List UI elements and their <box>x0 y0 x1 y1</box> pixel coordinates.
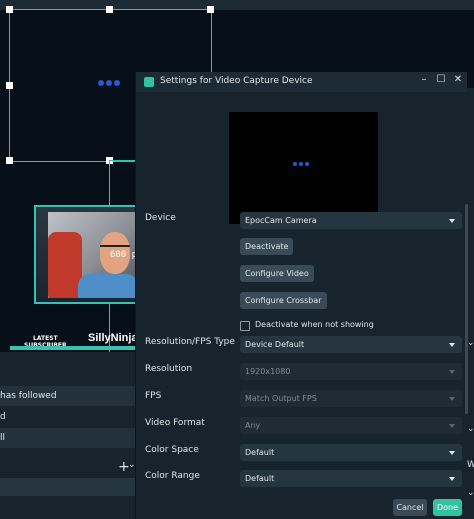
fps-select: Match Output FPS <box>240 390 462 407</box>
list-item-text: ll <box>0 433 6 443</box>
color-range-value: Default <box>245 474 275 483</box>
color-space-select[interactable]: Default <box>240 444 462 461</box>
loading-dot <box>114 80 120 86</box>
loading-dot <box>106 80 112 86</box>
done-button[interactable]: Done <box>433 499 462 516</box>
resolution-fps-type-select[interactable]: Device Default <box>240 336 462 353</box>
events-panel: has followed d ll + ⌄ <box>0 352 136 519</box>
chevron-down-icon <box>449 370 455 374</box>
color-space-label: Color Space <box>145 445 199 455</box>
resize-handle[interactable] <box>207 6 214 13</box>
device-select[interactable]: EpocCam Camera <box>240 212 462 229</box>
close-button[interactable]: ✕ <box>451 74 465 85</box>
chevron-down-icon <box>449 397 455 401</box>
resolution-label: Resolution <box>145 364 193 374</box>
loading-dot <box>293 162 297 166</box>
video-format-select: Any <box>240 417 462 434</box>
events-footer-bar <box>0 478 135 496</box>
list-item-text: d <box>0 412 6 422</box>
properties-panel: Device EpocCam Camera Deactivate Configu… <box>136 204 467 494</box>
partial-text: W <box>467 460 474 470</box>
resize-handle[interactable] <box>6 157 13 164</box>
configure-crossbar-button[interactable]: Configure Crossbar <box>240 292 327 309</box>
video-format-value: Any <box>245 421 261 430</box>
list-item[interactable]: d <box>0 407 135 427</box>
video-format-label: Video Format <box>145 418 205 428</box>
dialog-title: Settings for Video Capture Device <box>160 76 313 86</box>
fps-value: Match Output FPS <box>245 394 317 403</box>
resolution-value: 1920x1080 <box>245 367 291 376</box>
webcam-chair <box>48 232 82 298</box>
list-item[interactable]: ll <box>0 428 135 448</box>
fps-label: FPS <box>145 391 162 401</box>
loading-dot <box>305 162 309 166</box>
app-icon <box>144 77 154 87</box>
deactivate-when-not-showing-label[interactable]: Deactivate when not showing <box>255 320 374 329</box>
resolution-fps-type-label: Resolution/FPS Type <box>145 337 235 347</box>
list-item[interactable]: has followed <box>0 386 135 406</box>
resolution-fps-type-value: Device Default <box>245 340 305 349</box>
minimize-button[interactable]: – <box>417 74 431 85</box>
overlay-latest-text: LATEST <box>33 335 58 342</box>
webcam-person-shirt <box>78 274 138 298</box>
chevron-down-icon <box>449 424 455 428</box>
loading-dots <box>293 162 309 166</box>
resize-handle[interactable] <box>6 82 13 89</box>
loading-dot <box>98 80 104 86</box>
color-range-label: Color Range <box>145 471 200 481</box>
loading-dots <box>98 80 120 86</box>
chevron-down-icon <box>449 219 455 223</box>
chevron-down-icon[interactable]: ⌄ <box>467 424 474 434</box>
video-capture-settings-dialog: Settings for Video Capture Device – ☐ ✕ … <box>135 72 468 519</box>
device-value: EpocCam Camera <box>245 216 317 225</box>
resolution-select: 1920x1080 <box>240 363 462 380</box>
configure-video-button[interactable]: Configure Video <box>240 265 314 282</box>
maximize-button[interactable]: ☐ <box>434 74 448 85</box>
overlay-accent-bar <box>10 346 135 350</box>
chevron-down-icon <box>449 343 455 347</box>
chevron-down-icon <box>449 477 455 481</box>
cancel-button[interactable]: Cancel <box>393 499 427 516</box>
chevron-down-icon <box>449 451 455 455</box>
color-range-select[interactable]: Default <box>240 470 462 487</box>
dialog-titlebar[interactable]: Settings for Video Capture Device – ☐ ✕ <box>136 72 467 92</box>
dialog-footer: Cancel Done <box>136 494 467 519</box>
chevron-down-icon[interactable]: ⌄ <box>467 338 474 348</box>
deactivate-when-not-showing-checkbox[interactable] <box>240 321 250 331</box>
chevron-down-icon[interactable]: ⌄ <box>467 488 474 498</box>
loading-dot <box>299 162 303 166</box>
resize-handle[interactable] <box>106 6 113 13</box>
list-item-text: has followed <box>0 391 57 401</box>
device-label: Device <box>145 213 176 223</box>
deactivate-button[interactable]: Deactivate <box>240 238 294 255</box>
source-preview-area <box>136 92 467 224</box>
properties-scrollbar[interactable] <box>465 204 468 414</box>
color-space-value: Default <box>245 448 275 457</box>
resize-handle[interactable] <box>6 6 13 13</box>
